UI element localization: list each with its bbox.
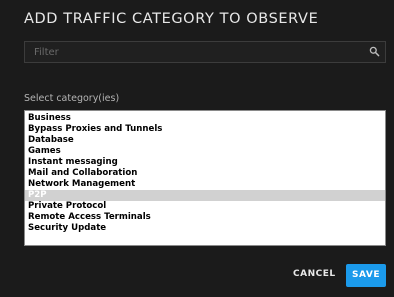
category-item-instant-messaging[interactable]: Instant messaging — [25, 157, 385, 168]
category-item-p2p[interactable]: P2P — [25, 190, 385, 201]
filter-input[interactable] — [25, 42, 365, 62]
category-item-bypass-proxies-and-tunnels[interactable]: Bypass Proxies and Tunnels — [25, 124, 385, 135]
search-icon — [369, 46, 380, 57]
category-item-games[interactable]: Games — [25, 146, 385, 157]
filter-field[interactable] — [24, 41, 386, 63]
save-button[interactable]: SAVE — [346, 264, 386, 287]
cancel-button[interactable]: CANCEL — [293, 269, 336, 279]
category-item-mail-and-collaboration[interactable]: Mail and Collaboration — [25, 168, 385, 179]
dialog-title: ADD TRAFFIC CATEGORY TO OBSERVE — [24, 11, 319, 27]
add-traffic-category-dialog: ADD TRAFFIC CATEGORY TO OBSERVE Select c… — [0, 0, 394, 297]
category-listbox[interactable]: Business Bypass Proxies and Tunnels Data… — [24, 110, 386, 246]
category-item-remote-access-terminals[interactable]: Remote Access Terminals — [25, 212, 385, 223]
category-item-private-protocol[interactable]: Private Protocol — [25, 201, 385, 212]
category-item-database[interactable]: Database — [25, 135, 385, 146]
select-category-label: Select category(ies) — [24, 93, 120, 104]
category-item-security-update[interactable]: Security Update — [25, 223, 385, 234]
category-item-network-management[interactable]: Network Management — [25, 179, 385, 190]
category-item-business[interactable]: Business — [25, 113, 385, 124]
